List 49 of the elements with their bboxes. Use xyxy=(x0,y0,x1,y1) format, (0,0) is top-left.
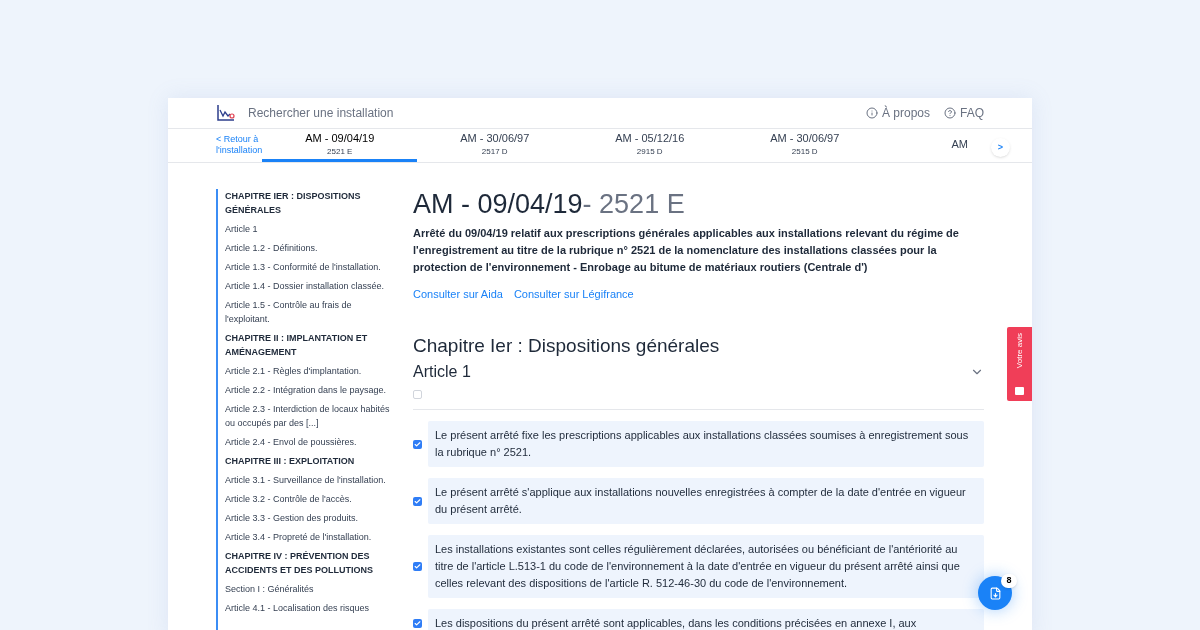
external-link[interactable]: Consulter sur Aida xyxy=(413,285,503,302)
article-link[interactable]: Article 3.2 - Contrôle de l'accès. xyxy=(225,491,396,506)
article-link[interactable]: Article 1.2 - Définitions. xyxy=(225,240,396,255)
paragraph: Les installations existantes sont celles régulièrement déclarées, autorisées ou bénéficiant de l'antériorité au titre de l'article L.513-1 du code de l'environnement à la date d'entrée en vigueur du présent arrêté ainsi que celles relevant des dispositions de l'article R. 512-46-30 du code de l'environnement. xyxy=(428,535,984,598)
paragraph: Le présent arrêté s'applique aux installations nouvelles enregistrées à compter de la date d'entrée en vigueur du présent arrêté. xyxy=(428,478,984,524)
article-link[interactable]: Article 2.3 - Interdiction de locaux habités ou occupés par des [...] xyxy=(225,401,396,430)
chapter-link[interactable]: CHAPITRE II : IMPLANTATION ET AMÉNAGEMENT xyxy=(225,330,396,359)
article-link[interactable]: Section I : Généralités xyxy=(225,581,396,596)
chart-logo-icon[interactable] xyxy=(216,104,236,123)
chapter-link[interactable]: CHAPITRE IV : PRÉVENTION DES ACCIDENTS ET DES POLLUTIONS xyxy=(225,548,396,577)
chapter-heading: Chapitre Ier : Dispositions générales xyxy=(413,334,721,358)
external-link[interactable]: Consulter sur Légifrance xyxy=(513,285,634,302)
document-description: Arrêté du 09/04/19 relatif aux prescriptions générales applicables aux installations relevant du régime de l'enregistrement au titre de la rubrique n° 2521 de la nomenclature des installations classées pour la protection de l'environnement - Enrobage au bitume de matériaux routiers (Centrale d') xyxy=(413,225,960,275)
checkbox[interactable] xyxy=(413,390,422,399)
document-tab[interactable]: AM - 09/04/19 2521 E xyxy=(262,129,418,162)
next-button[interactable]: > xyxy=(991,138,1010,158)
article-link[interactable]: Article 2.1 - Règles d'implantation. xyxy=(225,363,396,378)
file-download-icon xyxy=(988,586,1002,600)
document-tab[interactable]: AM - 05/12/16 2915 D xyxy=(572,129,728,162)
info-icon xyxy=(865,107,878,120)
article-link[interactable]: Article 1.3 - Conformité de l'installation. xyxy=(225,259,396,274)
article-link[interactable]: Article 1.5 - Contrôle au frais de l'exploitant. xyxy=(225,297,396,326)
paragraph: Les dispositions du présent arrêté sont applicables, dans les conditions précisées en annexe I, aux xyxy=(428,609,984,630)
document-tab[interactable]: AM - 30/06/97 2515 D xyxy=(727,129,883,162)
article-heading: Article 1 xyxy=(413,362,471,382)
search-link[interactable]: Rechercher une installation xyxy=(248,104,394,123)
document-tab[interactable]: AM - 30/06/97 2517 D xyxy=(417,129,573,162)
article-link[interactable]: Article 2.4 - Envol de poussières. xyxy=(225,434,396,449)
back-link[interactable]: < Retour à l'installation xyxy=(216,134,263,157)
checkbox[interactable] xyxy=(413,619,422,628)
header-link[interactable]: FAQ xyxy=(944,104,984,123)
article-link[interactable]: Article 2.2 - Intégration dans le paysage. xyxy=(225,382,396,397)
checkbox[interactable] xyxy=(413,439,422,449)
article-link[interactable]: Article 3.3 - Gestion des produits. xyxy=(225,510,396,525)
feedback-tab[interactable]: Votre avis xyxy=(1007,327,1032,401)
article-link[interactable]: Article 4.1 - Localisation des risques xyxy=(225,600,396,615)
help-icon xyxy=(944,107,956,120)
article-link[interactable]: Article 1 xyxy=(225,221,396,236)
checkbox[interactable] xyxy=(413,496,422,506)
article-link[interactable]: Article 3.1 - Surveillance de l'installation. xyxy=(225,472,396,487)
article-link[interactable]: Article 1.4 - Dossier installation classée. xyxy=(225,278,396,293)
paragraph: Le présent arrêté fixe les prescriptions applicables aux installations classées soumises à enregistrement sous la rubrique n° 2521. xyxy=(428,421,984,467)
article-link[interactable]: Article 3.4 - Propreté de l'installation. xyxy=(225,529,396,544)
document-title: AM - 09/04/19 xyxy=(413,188,583,219)
chapter-link[interactable]: CHAPITRE III : EXPLOITATION xyxy=(225,453,396,468)
header-link[interactable]: À propos xyxy=(865,104,930,123)
checkbox[interactable] xyxy=(413,562,422,571)
chapter-link[interactable]: CHAPITRE IER : DISPOSITIONS GÉNÉRALES xyxy=(225,188,396,217)
document-code: - 2521 E xyxy=(582,188,685,219)
